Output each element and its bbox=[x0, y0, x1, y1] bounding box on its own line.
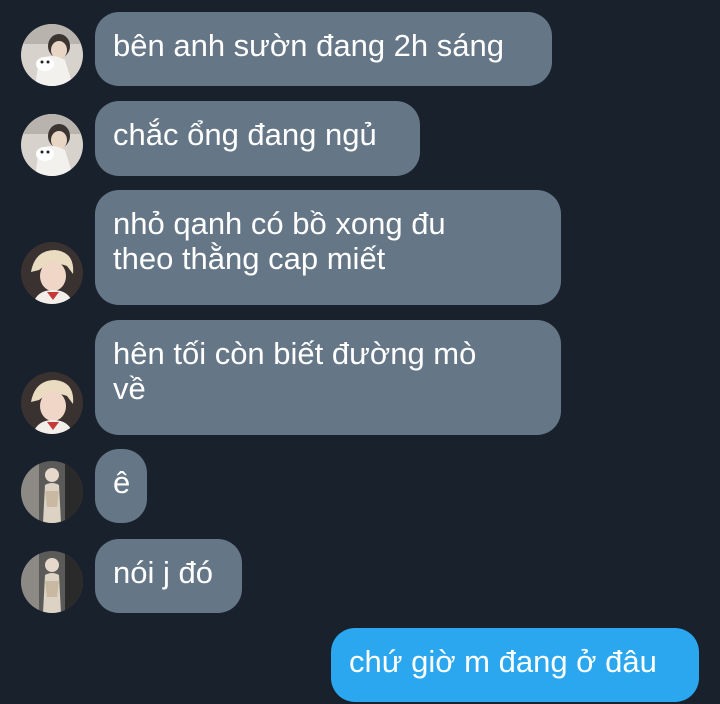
message-bubble[interactable]: chắc ổng đang ngủ bbox=[95, 101, 420, 176]
chat-screen: { "messages": [ {"text": "bên anh sườn đ… bbox=[0, 0, 720, 704]
message-bubble[interactable]: nói j đó bbox=[95, 539, 242, 613]
sender-avatar[interactable] bbox=[21, 461, 83, 523]
message-bubble[interactable]: hên tối còn biết đường mò về bbox=[95, 320, 561, 435]
message-bubble[interactable]: ê bbox=[95, 449, 147, 523]
sender-avatar[interactable] bbox=[21, 372, 83, 434]
message-bubble[interactable]: bên anh sườn đang 2h sáng bbox=[95, 12, 552, 86]
sender-avatar[interactable] bbox=[21, 242, 83, 304]
sender-avatar[interactable] bbox=[21, 551, 83, 613]
outgoing-message-bubble[interactable]: chứ giờ m đang ở đâu bbox=[331, 628, 699, 702]
message-bubble[interactable]: nhỏ qanh có bồ xong đu theo thằng cap mi… bbox=[95, 190, 561, 305]
sender-avatar[interactable] bbox=[21, 114, 83, 176]
sender-avatar[interactable] bbox=[21, 24, 83, 86]
